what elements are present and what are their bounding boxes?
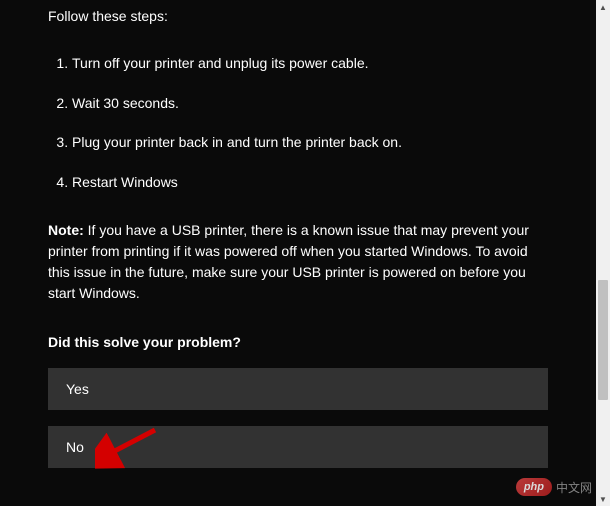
- steps-list: Turn off your printer and unplug its pow…: [48, 54, 548, 192]
- note-label: Note:: [48, 222, 84, 238]
- note-text: Note: If you have a USB printer, there i…: [48, 220, 548, 304]
- yes-button[interactable]: Yes: [48, 368, 548, 410]
- scrollbar-track[interactable]: ▲ ▼: [596, 0, 610, 506]
- no-button[interactable]: No: [48, 426, 548, 468]
- step-item: Plug your printer back in and turn the p…: [72, 133, 548, 153]
- troubleshooter-content: Follow these steps: Turn off your printe…: [0, 0, 596, 468]
- watermark: php 中文网: [516, 478, 592, 496]
- step-item: Restart Windows: [72, 173, 548, 193]
- scroll-up-button[interactable]: ▲: [596, 0, 610, 14]
- intro-text: Follow these steps:: [48, 0, 548, 24]
- question-text: Did this solve your problem?: [48, 334, 548, 350]
- step-item: Wait 30 seconds.: [72, 94, 548, 114]
- watermark-text: 中文网: [556, 479, 592, 496]
- php-badge: php: [516, 478, 552, 496]
- scrollbar-thumb[interactable]: [598, 280, 608, 400]
- step-item: Turn off your printer and unplug its pow…: [72, 54, 548, 74]
- scroll-down-button[interactable]: ▼: [596, 492, 610, 506]
- note-body: If you have a USB printer, there is a kn…: [48, 222, 529, 301]
